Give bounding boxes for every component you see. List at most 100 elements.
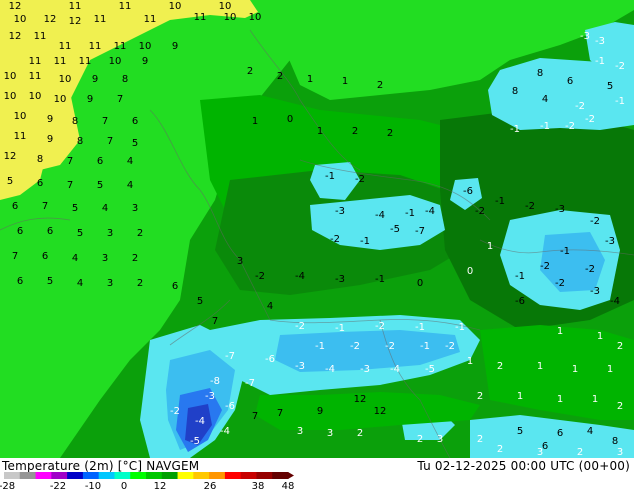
value-label: 3 [297, 426, 303, 437]
value-label: 2 [497, 361, 503, 372]
value-label: 4 [127, 180, 133, 191]
value-label: 0 [287, 114, 293, 125]
value-label: 5 [7, 176, 13, 187]
legend-swatch [51, 472, 68, 479]
legend-ticks: -28 -22 -10 0 12 26 38 48 [0, 481, 294, 490]
value-label: -4 [195, 416, 205, 427]
value-label: -3 [295, 361, 305, 372]
value-label: 8 [72, 116, 78, 127]
value-label: 1 [317, 126, 323, 137]
color-legend: -28 -22 -10 0 12 26 38 48 [0, 472, 294, 490]
value-label: -2 [575, 101, 585, 112]
value-label: 2 [352, 126, 358, 137]
value-label: -1 [405, 208, 415, 219]
value-label: -1 [325, 171, 335, 182]
value-label: 6 [12, 201, 18, 212]
legend-swatch [224, 472, 242, 479]
value-label: 11 [144, 14, 157, 25]
value-label: 6 [17, 276, 23, 287]
value-label: 2 [617, 401, 623, 412]
value-label: 3 [537, 447, 543, 458]
value-label: -4 [325, 364, 335, 375]
value-label: 0 [467, 266, 473, 277]
value-label: 6 [132, 116, 138, 127]
value-label: 9 [47, 134, 53, 145]
value-label: -1 [595, 56, 605, 67]
value-label: -3 [360, 364, 370, 375]
value-label: -2 [615, 61, 625, 72]
value-label: 7 [102, 116, 108, 127]
legend-tick-label: -22 [50, 481, 66, 490]
value-label: -1 [315, 341, 325, 352]
value-label: 2 [617, 341, 623, 352]
value-label: 10 [54, 94, 67, 105]
value-label: -3 [555, 204, 565, 215]
legend-swatch [209, 472, 226, 479]
value-label: 3 [327, 428, 333, 439]
legend-swatch [256, 472, 273, 479]
legend-tick-label: 0 [121, 481, 127, 490]
value-label: 7 [277, 408, 283, 419]
map-title: Temperature (2m) [°C] NAVGEM [2, 459, 200, 473]
legend-swatch [146, 472, 163, 479]
value-label: 1 [342, 76, 348, 87]
legend-tick-label: 48 [282, 481, 295, 490]
legend-tick-label: -10 [85, 481, 101, 490]
value-label: -2 [295, 321, 305, 332]
value-label: 7 [67, 156, 73, 167]
value-label: 5 [197, 296, 203, 307]
value-label: -3 [595, 36, 605, 47]
value-label: 11 [114, 41, 127, 52]
value-label: 4 [267, 301, 273, 312]
value-label: -5 [425, 364, 435, 375]
value-label: 1 [537, 361, 543, 372]
legend-swatch [98, 472, 115, 479]
value-label: -2 [355, 174, 365, 185]
value-label: 8 [122, 74, 128, 85]
value-label: 5 [517, 426, 523, 437]
value-label: 3 [617, 447, 623, 458]
value-label: -2 [170, 406, 180, 417]
value-label: -4 [220, 426, 230, 437]
value-label: -2 [540, 261, 550, 272]
value-label: -1 [335, 323, 345, 334]
value-label: -2 [385, 341, 395, 352]
value-label: -6 [515, 296, 525, 307]
value-label: 1 [592, 394, 598, 405]
value-label: -4 [295, 271, 305, 282]
value-label: 8 [612, 436, 618, 447]
value-label: 8 [512, 86, 518, 97]
value-label: 11 [34, 31, 47, 42]
value-label: -2 [585, 264, 595, 275]
value-label: 11 [54, 56, 67, 67]
value-label: 8 [77, 136, 83, 147]
legend-swatch [82, 472, 100, 479]
value-label: 6 [37, 178, 43, 189]
value-label: -3 [335, 274, 345, 285]
value-label: 1 [307, 74, 313, 85]
legend-swatch [193, 472, 210, 479]
value-label: 5 [47, 276, 53, 287]
value-label: 3 [102, 253, 108, 264]
value-label: 5 [132, 138, 138, 149]
value-label: 7 [252, 411, 258, 422]
legend-swatch [130, 472, 147, 479]
value-label: 7 [67, 180, 73, 191]
legend-swatch [272, 472, 289, 479]
value-label: -2 [585, 114, 595, 125]
value-label: 10 [14, 14, 27, 25]
legend-swatch [4, 472, 21, 479]
value-label: 7 [107, 136, 113, 147]
value-label: 2 [277, 71, 283, 82]
legend-tick-label: -28 [0, 481, 15, 490]
value-label: -4 [610, 296, 620, 307]
legend-tick-label: 38 [252, 481, 265, 490]
value-label: 3 [437, 434, 443, 445]
value-label: 10 [249, 12, 262, 23]
value-label: 6 [557, 428, 563, 439]
value-label: 6 [47, 226, 53, 237]
value-label: 2 [417, 434, 423, 445]
value-label: 11 [14, 131, 27, 142]
value-label: 7 [117, 94, 123, 105]
value-label: 9 [92, 74, 98, 85]
